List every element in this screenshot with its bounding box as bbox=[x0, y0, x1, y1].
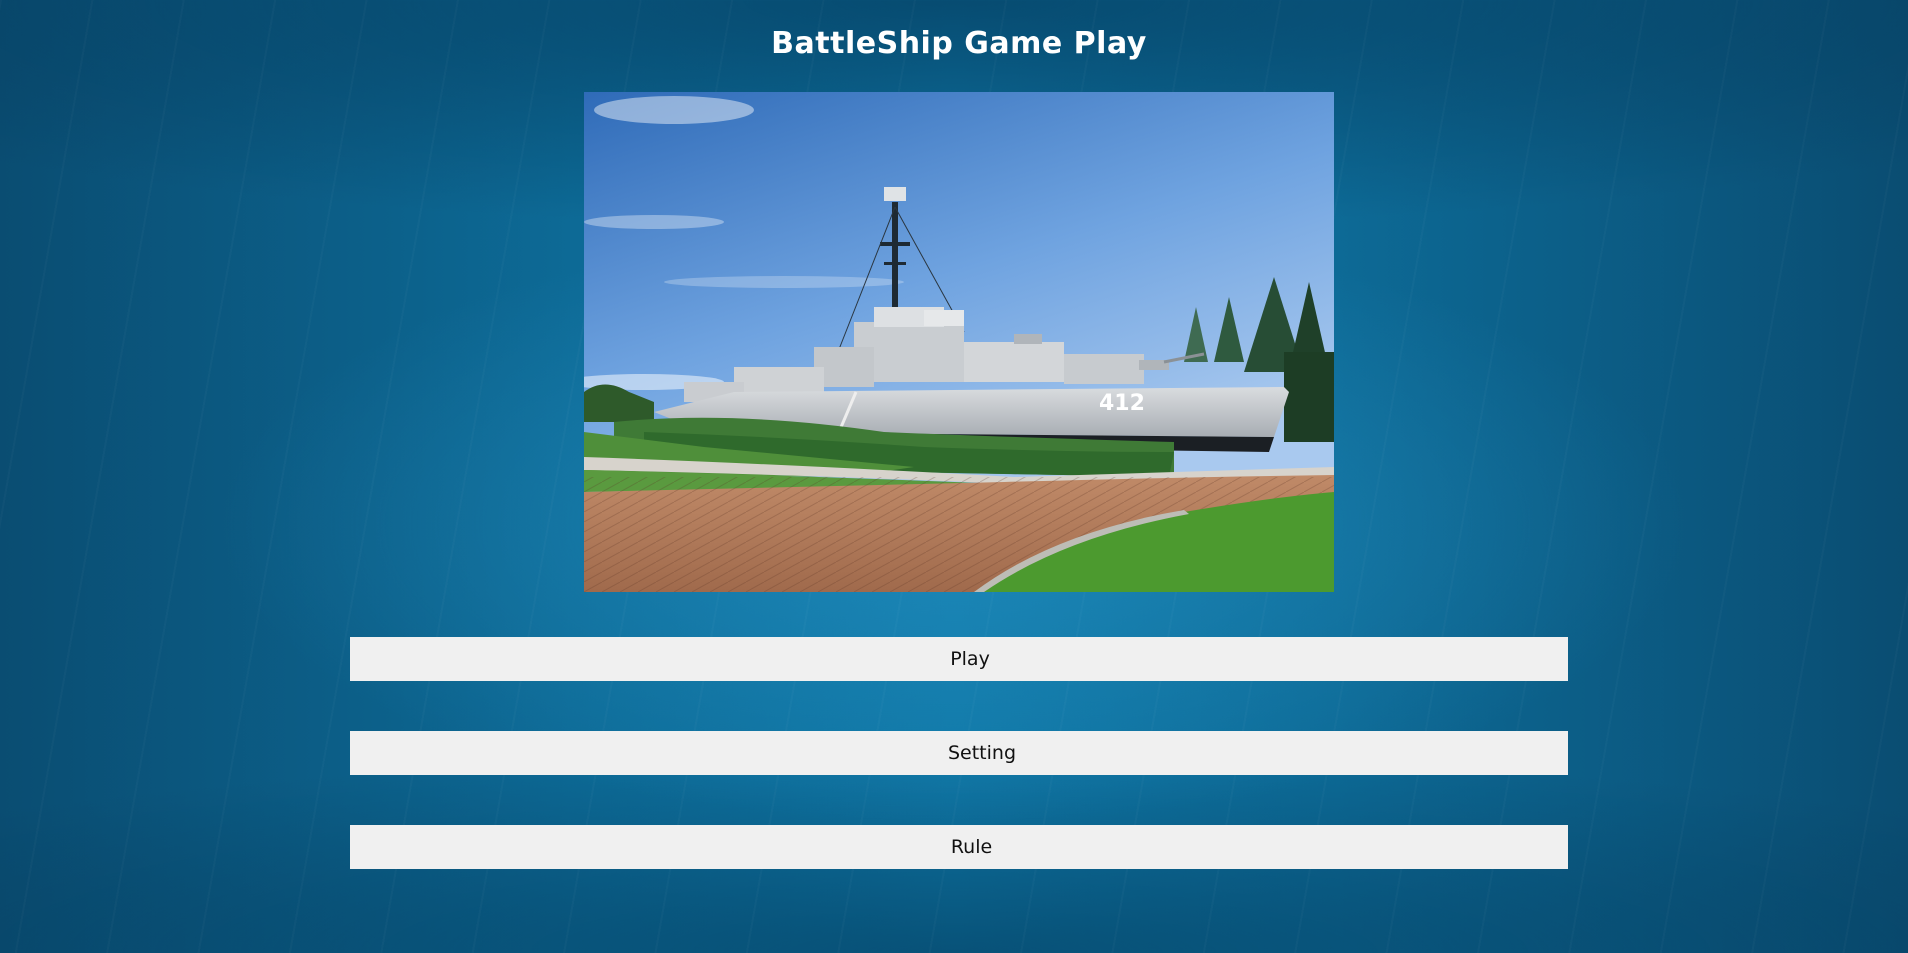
battleship-image: 412 bbox=[584, 92, 1334, 592]
setting-button[interactable]: Setting bbox=[350, 731, 1568, 775]
hull-number: 412 bbox=[1099, 391, 1145, 416]
rule-button-label: Rule bbox=[950, 836, 993, 858]
setting-button-label: Setting bbox=[947, 742, 1017, 764]
play-button[interactable]: Play bbox=[350, 637, 1568, 681]
page-title: BattleShip Game Play bbox=[771, 26, 1147, 61]
play-button-label: Play bbox=[950, 648, 990, 670]
rule-button[interactable]: Rule bbox=[350, 825, 1568, 869]
